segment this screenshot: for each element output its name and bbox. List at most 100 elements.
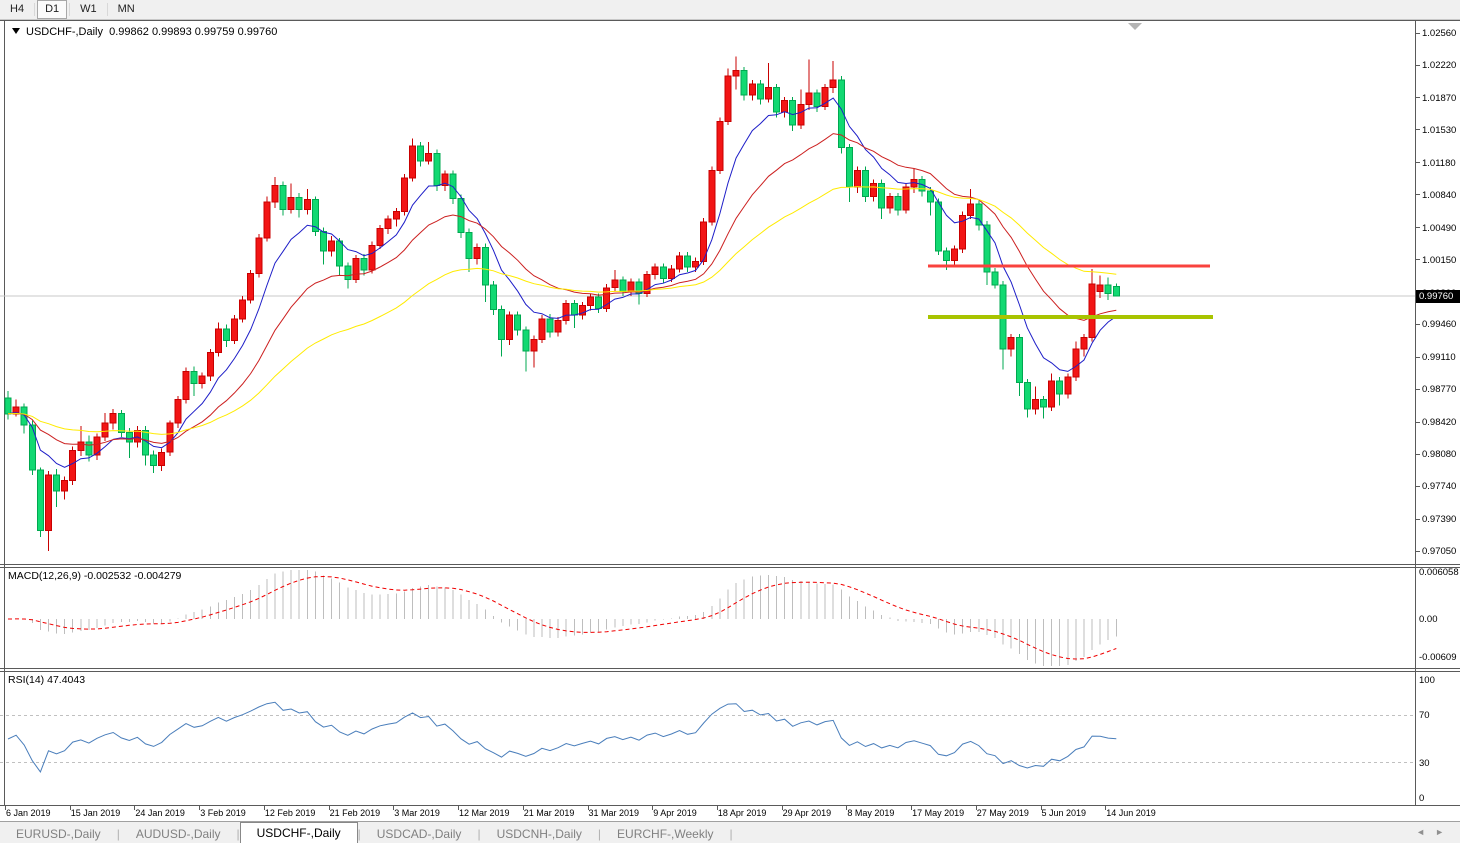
- candle: [854, 170, 860, 187]
- price-axis-tick: [1416, 97, 1420, 98]
- chart-tab-bar: EURUSD-,Daily|AUDUSD-,Daily|USDCHF-,Dail…: [0, 821, 1460, 843]
- candle: [94, 437, 100, 455]
- price-axis-label: 0.97740: [1422, 481, 1456, 492]
- ma-fast-line: [8, 98, 1116, 467]
- price-axis-tick: [1416, 194, 1420, 195]
- candle: [167, 423, 173, 452]
- timeframe-button-d1[interactable]: D1: [37, 0, 67, 19]
- date-axis-label: 15 Jan 2019: [71, 808, 121, 818]
- candle: [329, 241, 335, 251]
- tab-usdchf-daily[interactable]: USDCHF-,Daily: [240, 822, 358, 843]
- main-panel-bottom-line: [0, 564, 1460, 565]
- candle: [547, 319, 553, 332]
- macd-signal-line: [8, 577, 1116, 660]
- candle: [426, 153, 432, 161]
- candle: [790, 101, 796, 125]
- date-axis-label: 3 Mar 2019: [394, 808, 440, 818]
- macd-canvas[interactable]: [0, 568, 1415, 668]
- candle: [757, 84, 763, 99]
- rsi-canvas[interactable]: [0, 672, 1415, 805]
- price-axis-tick: [1416, 486, 1420, 487]
- candle: [490, 285, 496, 309]
- candle: [126, 433, 132, 442]
- candle: [774, 88, 780, 112]
- candle: [118, 414, 124, 433]
- date-axis-label: 5 Jun 2019: [1042, 808, 1087, 818]
- toolbar-separator: [107, 3, 108, 16]
- date-axis-label: 12 Mar 2019: [459, 808, 510, 818]
- tab-eurusd-daily[interactable]: EURUSD-,Daily: [0, 824, 117, 843]
- price-axis-label: 0.99110: [1422, 352, 1456, 363]
- candle: [806, 93, 812, 104]
- tab-usdcnh-daily[interactable]: USDCNH-,Daily: [481, 824, 598, 843]
- rsi-label: RSI(14) 47.4043: [8, 674, 85, 686]
- price-axis-tick: [1416, 454, 1420, 455]
- price-axis-label: 0.99460: [1422, 319, 1456, 330]
- candle: [741, 71, 747, 95]
- tab-scroll-left-icon[interactable]: ◄: [1416, 827, 1435, 837]
- timeframe-button-mn[interactable]: MN: [110, 0, 143, 19]
- candle: [223, 329, 229, 340]
- price-axis-label: 1.02560: [1422, 28, 1456, 39]
- candle: [992, 272, 998, 285]
- candle: [612, 280, 618, 288]
- candle: [54, 475, 60, 491]
- candle: [749, 84, 755, 95]
- candle: [1049, 381, 1055, 407]
- candle: [159, 452, 165, 465]
- candle: [482, 247, 488, 285]
- date-axis-label: 14 Jun 2019: [1106, 808, 1156, 818]
- candle: [474, 247, 480, 258]
- candle: [434, 153, 440, 185]
- candle: [620, 280, 626, 291]
- candle: [539, 319, 545, 340]
- price-axis-tick: [1416, 33, 1420, 34]
- macd-label: MACD(12,26,9) -0.002532 -0.004279: [8, 570, 181, 582]
- timeframe-button-h4[interactable]: H4: [2, 0, 32, 19]
- candle: [183, 371, 189, 399]
- candle: [110, 414, 116, 423]
- frame-top-line: [0, 20, 1460, 21]
- candle: [733, 71, 739, 77]
- tab-separator: |: [729, 824, 732, 843]
- candle: [377, 229, 383, 246]
- candle: [895, 197, 901, 210]
- chart-title: USDCHF-,Daily 0.99862 0.99893 0.99759 0.…: [12, 26, 277, 38]
- date-axis-label: 29 Apr 2019: [783, 808, 832, 818]
- date-axis-label: 6 Jan 2019: [6, 808, 51, 818]
- candle: [296, 198, 302, 210]
- price-axis-label: 0.98080: [1422, 449, 1456, 460]
- tab-eurchf-weekly[interactable]: EURCHF-,Weekly: [601, 824, 729, 843]
- current-price-badge: 0.99760: [1416, 290, 1460, 303]
- chart-shift-marker-icon[interactable]: [1128, 23, 1142, 30]
- candle: [871, 183, 877, 196]
- price-axis-label: 1.00490: [1422, 223, 1456, 234]
- chart-title-ohlc: 0.99862 0.99893 0.99759 0.99760: [109, 26, 277, 38]
- candle: [766, 88, 772, 99]
- date-axis-label: 9 Apr 2019: [653, 808, 697, 818]
- candle: [418, 146, 424, 161]
- timeframe-button-w1[interactable]: W1: [72, 0, 105, 19]
- candle: [943, 251, 949, 260]
- tab-usdcad-daily[interactable]: USDCAD-,Daily: [361, 824, 478, 843]
- candle: [1041, 400, 1047, 408]
- tab-scroll-right-icon[interactable]: ►: [1435, 827, 1454, 837]
- candle: [863, 170, 869, 196]
- candle: [1113, 287, 1119, 297]
- tab-audusd-daily[interactable]: AUDUSD-,Daily: [120, 824, 237, 843]
- axis-separator-line: [1415, 20, 1416, 806]
- candle: [1065, 377, 1071, 394]
- macd-axis-label: 0.006058: [1419, 567, 1459, 578]
- candle: [458, 199, 464, 233]
- price-axis-label: 0.98420: [1422, 417, 1456, 428]
- candle: [288, 198, 294, 210]
- date-axis-label: 21 Feb 2019: [330, 808, 381, 818]
- date-axis-label: 21 Mar 2019: [524, 808, 575, 818]
- rsi-value: 47.4043: [47, 674, 85, 686]
- date-axis-label: 27 May 2019: [977, 808, 1029, 818]
- rsi-axis-label: 0: [1419, 793, 1424, 804]
- main-chart-canvas[interactable]: [0, 22, 1415, 564]
- candle: [410, 146, 416, 178]
- candle: [134, 431, 140, 442]
- macd-panel-bottom-line: [0, 668, 1460, 669]
